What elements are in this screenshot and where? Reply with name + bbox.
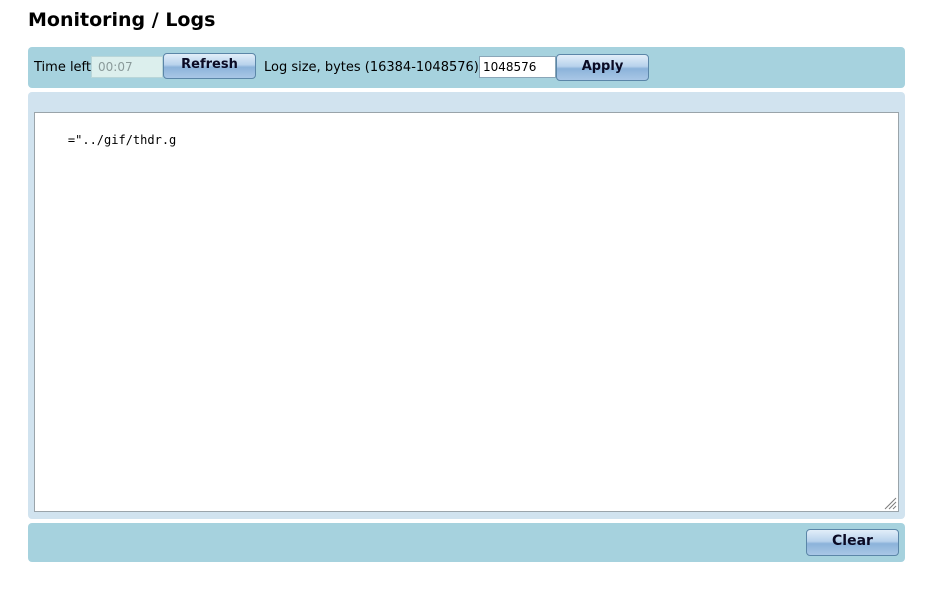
resize-grip-icon[interactable] (883, 496, 897, 510)
time-left-field: 00:07 (91, 56, 163, 78)
log-panel: ="../gif/thdr.g (28, 92, 905, 519)
log-size-input[interactable] (479, 56, 556, 78)
bottom-bar: Clear (28, 523, 905, 562)
page-title: Monitoring / Logs (28, 9, 216, 31)
time-left-label: Time left: (34, 60, 96, 75)
apply-button[interactable]: Apply (556, 54, 649, 81)
log-textarea[interactable]: ="../gif/thdr.g (34, 112, 899, 512)
log-size-label: Log size, bytes (16384-1048576): (264, 60, 484, 75)
clear-button[interactable]: Clear (806, 529, 899, 556)
log-text: ="../gif/thdr.g (67, 133, 177, 147)
refresh-button[interactable]: Refresh (163, 53, 256, 79)
log-toolbar: Time left: 00:07 Refresh Log size, bytes… (28, 47, 905, 88)
